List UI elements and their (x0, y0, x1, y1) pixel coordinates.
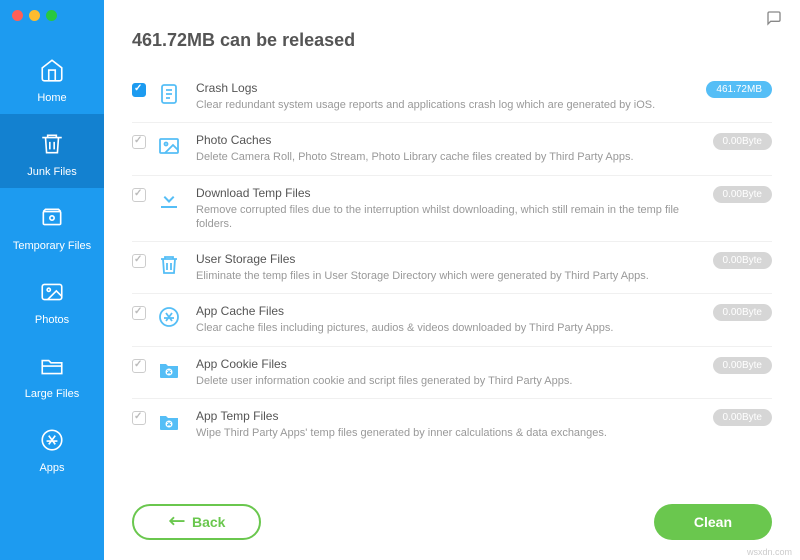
list-item: Photo Caches Delete Camera Roll, Photo St… (132, 123, 772, 175)
sidebar-label: Junk Files (27, 166, 77, 178)
checkbox[interactable] (132, 135, 146, 149)
sidebar-item-temp[interactable]: Temporary Files (0, 188, 104, 262)
sidebar-item-photos[interactable]: Photos (0, 262, 104, 336)
back-label: Back (192, 514, 225, 530)
list-item: App Temp Files Wipe Third Party Apps' tem… (132, 399, 772, 450)
list-item: App Cookie Files Delete user information … (132, 347, 772, 399)
trash-icon (156, 252, 182, 278)
document-icon (156, 81, 182, 107)
size-badge: 0.00Byte (713, 252, 772, 269)
size-badge: 0.00Byte (713, 357, 772, 374)
image-icon (36, 276, 68, 308)
row-title: App Cache Files (196, 304, 713, 318)
size-badge: 461.72MB (706, 81, 772, 98)
checkbox[interactable] (132, 254, 146, 268)
maximize-icon[interactable] (46, 10, 57, 21)
clean-label: Clean (694, 514, 732, 530)
checkbox[interactable] (132, 83, 146, 97)
photo-icon (156, 133, 182, 159)
list-item: User Storage Files Eliminate the temp fil… (132, 242, 772, 294)
back-button[interactable]: Back (132, 504, 261, 540)
checkbox[interactable] (132, 306, 146, 320)
sidebar-label: Apps (39, 462, 64, 474)
size-badge: 0.00Byte (713, 409, 772, 426)
checkbox[interactable] (132, 188, 146, 202)
minimize-icon[interactable] (29, 10, 40, 21)
clock-icon (36, 202, 68, 234)
row-title: Crash Logs (196, 81, 706, 95)
clean-button[interactable]: Clean (654, 504, 772, 540)
sidebar-item-apps[interactable]: Apps (0, 410, 104, 484)
arrow-left-icon (168, 514, 186, 530)
row-title: User Storage Files (196, 252, 713, 266)
watermark: wsxdn.com (747, 547, 792, 557)
download-icon (156, 186, 182, 212)
trash-icon (36, 128, 68, 160)
home-icon (36, 54, 68, 86)
close-icon[interactable] (12, 10, 23, 21)
footer: Back Clean (132, 498, 772, 540)
row-desc: Clear redundant system usage reports and… (196, 98, 706, 112)
row-desc: Eliminate the temp files in User Storage… (196, 269, 713, 283)
row-desc: Clear cache files including pictures, au… (196, 321, 713, 335)
folder-icon (36, 350, 68, 382)
row-title: Photo Caches (196, 133, 713, 147)
sidebar-item-large[interactable]: Large Files (0, 336, 104, 410)
sidebar: Home Junk Files Temporary Files Photos L… (0, 0, 104, 560)
sidebar-item-junk[interactable]: Junk Files (0, 114, 104, 188)
row-desc: Wipe Third Party Apps' temp files genera… (196, 426, 713, 440)
list-item: Download Temp Files Remove corrupted file… (132, 176, 772, 243)
row-desc: Remove corrupted files due to the interr… (196, 203, 713, 232)
sidebar-item-home[interactable]: Home (0, 40, 104, 114)
window-controls (12, 10, 57, 21)
row-title: Download Temp Files (196, 186, 713, 200)
folderapp-icon (156, 357, 182, 383)
size-badge: 0.00Byte (713, 186, 772, 203)
sidebar-label: Large Files (25, 388, 79, 400)
list-item: App Cache Files Clear cache files includi… (132, 294, 772, 346)
sidebar-label: Home (37, 92, 66, 104)
row-desc: Delete Camera Roll, Photo Stream, Photo … (196, 150, 713, 164)
appcircle-icon (156, 304, 182, 330)
sidebar-label: Photos (35, 314, 69, 326)
size-badge: 0.00Byte (713, 133, 772, 150)
row-desc: Delete user information cookie and scrip… (196, 374, 713, 388)
main-panel: 461.72MB can be released Crash Logs Clear… (104, 0, 800, 560)
folderapp-icon (156, 409, 182, 435)
row-title: App Temp Files (196, 409, 713, 423)
page-title: 461.72MB can be released (132, 30, 772, 51)
size-badge: 0.00Byte (713, 304, 772, 321)
row-title: App Cookie Files (196, 357, 713, 371)
sidebar-label: Temporary Files (13, 240, 91, 252)
checkbox[interactable] (132, 411, 146, 425)
appstore-icon (36, 424, 68, 456)
checkbox[interactable] (132, 359, 146, 373)
list-item: Crash Logs Clear redundant system usage r… (132, 71, 772, 123)
file-category-list: Crash Logs Clear redundant system usage r… (132, 71, 772, 484)
